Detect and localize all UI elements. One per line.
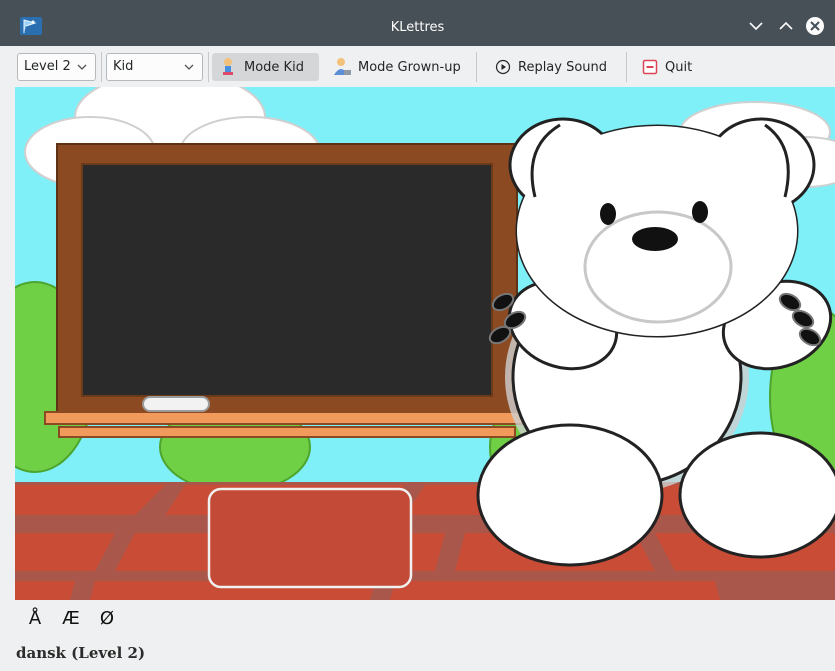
quit-icon bbox=[642, 59, 658, 75]
quit-label: Quit bbox=[665, 59, 693, 75]
scene-illustration bbox=[15, 87, 835, 600]
mode-kid-label: Mode Kid bbox=[244, 59, 304, 75]
answer-box bbox=[207, 487, 413, 589]
letter-button-o-slash[interactable]: Ø bbox=[96, 608, 118, 629]
window-title: KLettres bbox=[390, 20, 445, 35]
close-button[interactable] bbox=[805, 16, 825, 36]
kid-icon bbox=[223, 58, 233, 75]
teddy-bear bbox=[476, 117, 835, 567]
chevron-down-icon bbox=[184, 64, 194, 70]
replay-sound-button[interactable]: Replay Sound bbox=[489, 53, 619, 81]
chevron-down-icon bbox=[749, 22, 763, 31]
level-select-value: Level 2 bbox=[24, 59, 71, 74]
mode-select[interactable]: Kid bbox=[106, 53, 203, 81]
mode-grownup-label: Mode Grown-up bbox=[358, 59, 461, 75]
chalkboard bbox=[81, 163, 493, 397]
maximize-button[interactable] bbox=[776, 16, 796, 36]
play-circle-icon bbox=[495, 59, 511, 75]
toolbar-separator bbox=[101, 52, 102, 82]
letter-button-a-ring[interactable]: Å bbox=[24, 608, 46, 629]
toolbar-separator bbox=[476, 52, 477, 82]
mode-select-value: Kid bbox=[113, 59, 134, 74]
special-letters-bar: Å Æ Ø bbox=[24, 608, 118, 629]
level-select[interactable]: Level 2 bbox=[17, 53, 96, 81]
replay-sound-label: Replay Sound bbox=[518, 59, 608, 75]
close-icon bbox=[806, 17, 824, 35]
status-text: dansk (Level 2) bbox=[16, 644, 146, 662]
toolbar-separator bbox=[626, 52, 627, 82]
chevron-up-icon bbox=[779, 21, 793, 30]
game-scene bbox=[15, 87, 835, 600]
toolbar: Level 2 Kid Mode Kid Mode Grown-up Repla… bbox=[10, 48, 835, 86]
letter-button-ae[interactable]: Æ bbox=[60, 608, 82, 629]
grownup-icon bbox=[334, 58, 351, 75]
chalk-ledge bbox=[58, 426, 516, 438]
toolbar-separator bbox=[208, 52, 209, 82]
quit-button[interactable]: Quit bbox=[636, 53, 706, 81]
mode-kid-button[interactable]: Mode Kid bbox=[212, 53, 319, 81]
minimize-button[interactable] bbox=[746, 16, 766, 36]
mode-grownup-button[interactable]: Mode Grown-up bbox=[324, 53, 469, 81]
chalk-piece bbox=[142, 396, 210, 412]
title-bar: KLettres bbox=[0, 0, 835, 46]
chalk-ledge bbox=[44, 411, 530, 425]
chevron-down-icon bbox=[77, 64, 87, 70]
